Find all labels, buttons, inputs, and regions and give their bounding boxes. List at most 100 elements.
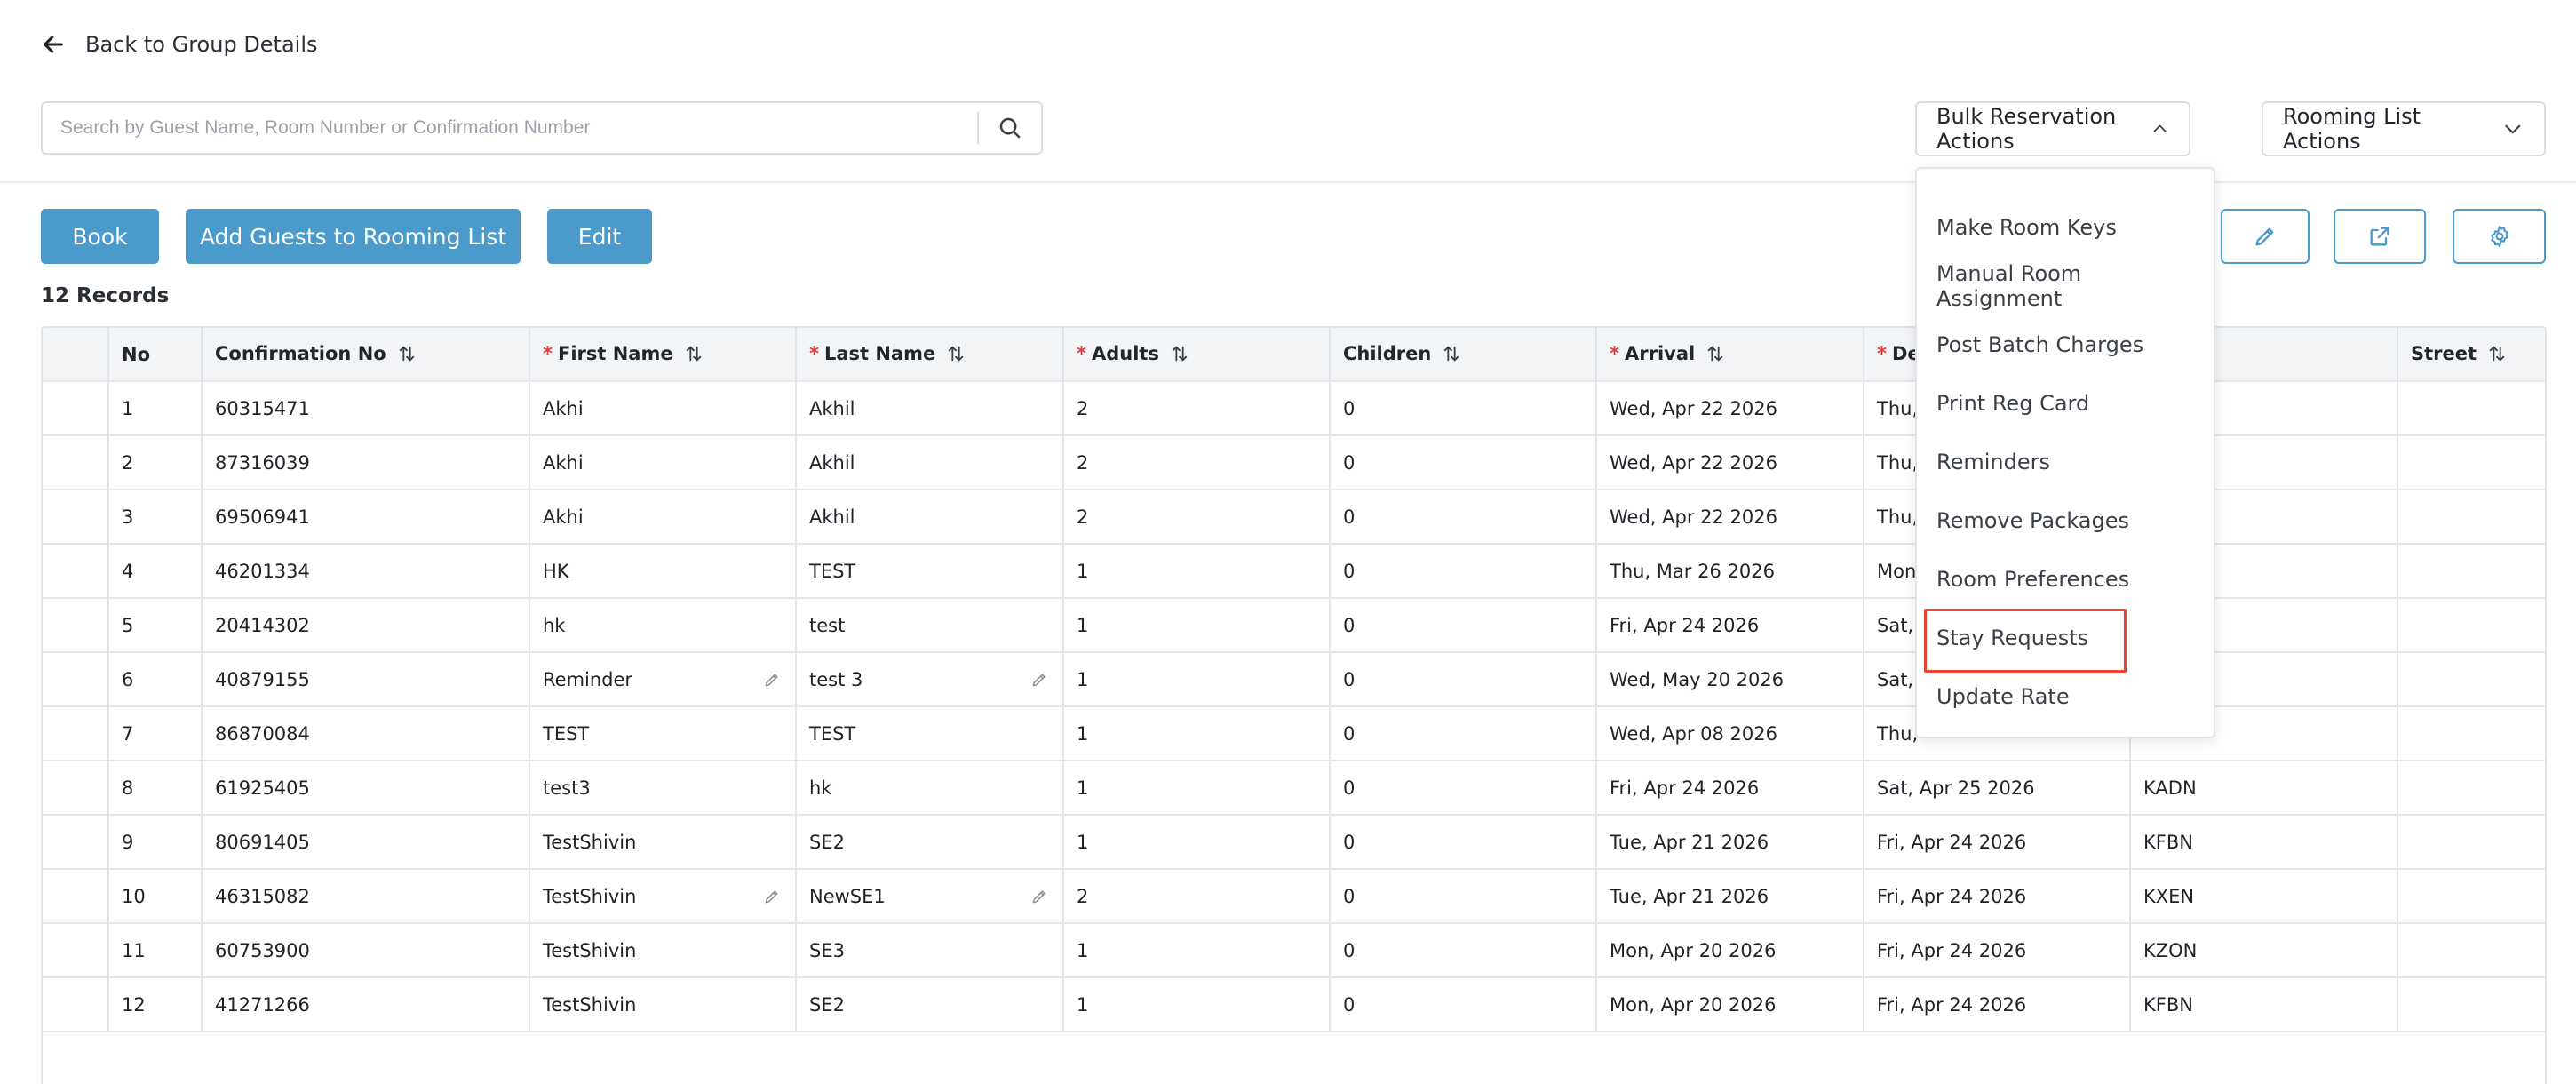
cell-street: [2397, 381, 2545, 435]
pencil-icon: [2255, 227, 2274, 246]
row-select-cell[interactable]: [43, 490, 109, 544]
cell-conf: 20414302: [202, 598, 530, 652]
row-select-cell[interactable]: [43, 381, 109, 435]
menu-item-room-preferences[interactable]: Room Preferences: [1917, 550, 2214, 609]
cell-value: Thu,: [1877, 397, 1919, 419]
rooming-list-actions-dropdown[interactable]: Rooming List Actions: [2262, 101, 2546, 156]
column-header-arrival[interactable]: * Arrival: [1596, 328, 1864, 381]
cell-value: 2: [1077, 506, 1089, 528]
cell-first: TestShivin: [529, 977, 797, 1032]
cell-adults: 1: [1063, 706, 1331, 761]
sort-arrows-icon[interactable]: [397, 344, 417, 365]
pencil-icon[interactable]: [763, 888, 781, 905]
column-header-adults[interactable]: * Adults: [1063, 328, 1331, 381]
pencil-icon[interactable]: [763, 671, 781, 689]
row-select-cell[interactable]: [43, 815, 109, 869]
cell-value: HK: [543, 560, 569, 582]
cell-type: KXEN: [2130, 869, 2398, 923]
menu-item-print-reg-card[interactable]: Print Reg Card: [1917, 374, 2214, 433]
menu-item-remove-packages[interactable]: Remove Packages: [1917, 491, 2214, 550]
cell-departure: Sat, Apr 25 2026: [1864, 761, 2131, 815]
cell-value: Akhi: [543, 451, 584, 474]
row-select-cell[interactable]: [43, 544, 109, 598]
cell-value: Fri, Apr 24 2026: [1877, 993, 2027, 1016]
cell-value: Akhil: [809, 397, 855, 419]
cell-adults: 1: [1063, 652, 1331, 706]
row-select-cell[interactable]: [43, 706, 109, 761]
table-row[interactable]: 9 80691405 TestShivin SE2 1 0 Tue, Apr 21 2026…: [43, 815, 2545, 869]
search-input[interactable]: [43, 103, 977, 153]
sort-arrows-icon[interactable]: [1705, 344, 1725, 365]
pencil-icon[interactable]: [1030, 671, 1048, 689]
row-select-cell[interactable]: [43, 435, 109, 490]
row-select-cell[interactable]: [43, 761, 109, 815]
cell-value: Akhil: [809, 506, 855, 528]
row-select-cell[interactable]: [43, 977, 109, 1032]
cell-children: 0: [1330, 977, 1597, 1032]
row-select-cell[interactable]: [43, 869, 109, 923]
cell-value: 1: [1077, 668, 1089, 690]
edit-button[interactable]: Edit: [547, 209, 652, 264]
column-header-confirmation-no[interactable]: Confirmation No: [202, 328, 530, 381]
sort-arrows-icon[interactable]: [2487, 344, 2507, 365]
table-row[interactable]: 11 60753900 TestShivin SE3 1 0 Mon, Apr 20 202…: [43, 923, 2545, 977]
book-button[interactable]: Book: [41, 209, 159, 264]
cell-value: TestShivin: [543, 939, 637, 961]
menu-item-stay-requests[interactable]: Stay Requests: [1917, 609, 2214, 673]
menu-item-reminders[interactable]: Reminders: [1917, 433, 2214, 491]
cell-value: 61925405: [215, 777, 310, 799]
add-guests-to-rooming-list-button[interactable]: Add Guests to Rooming List: [186, 209, 521, 264]
sort-arrows-icon[interactable]: [1170, 344, 1189, 365]
cell-value: Wed, Apr 22 2026: [1610, 397, 1777, 419]
settings-button[interactable]: [2453, 209, 2546, 264]
sort-arrows-icon[interactable]: [1442, 344, 1461, 365]
search-button[interactable]: [979, 103, 1041, 153]
sort-arrows-icon[interactable]: [684, 344, 704, 365]
menu-item-post-batch-charges[interactable]: Post Batch Charges: [1917, 315, 2214, 374]
cell-value: TEST: [543, 722, 590, 745]
column-header-street[interactable]: Street: [2397, 328, 2545, 381]
edit-icon-button[interactable]: [2221, 209, 2310, 264]
cell-value: 8: [122, 777, 134, 799]
cell-arrival: Mon, Apr 20 2026: [1596, 977, 1864, 1032]
cell-value: test 3: [809, 668, 863, 690]
required-marker: *: [809, 343, 819, 364]
column-header-label: Arrival: [1624, 343, 1696, 364]
row-select-cell[interactable]: [43, 652, 109, 706]
cell-value: 0: [1343, 777, 1356, 799]
cell-value: test: [809, 614, 846, 636]
cell-arrival: Wed, Apr 22 2026: [1596, 381, 1864, 435]
cell-last: SE3: [796, 923, 1064, 977]
table-row[interactable]: 12 41271266 TestShivin SE2 1 0 Mon, Apr 20 202…: [43, 977, 2545, 1032]
cell-arrival: Wed, May 20 2026: [1596, 652, 1864, 706]
required-marker: *: [1077, 343, 1086, 364]
row-select-cell[interactable]: [43, 923, 109, 977]
table-row[interactable]: 8 61925405 test3 hk 1 0 Fri, Apr 24 2026 Sat, A…: [43, 761, 2545, 815]
column-header-last-name[interactable]: * Last Name: [796, 328, 1064, 381]
cell-street: [2397, 544, 2545, 598]
bulk-reservation-actions-dropdown[interactable]: Bulk Reservation Actions: [1915, 101, 2190, 156]
cell-value: 0: [1343, 397, 1356, 419]
open-external-button[interactable]: [2334, 209, 2426, 264]
cell-value: Mon, Apr 20 2026: [1610, 939, 1777, 961]
column-header-children[interactable]: Children: [1330, 328, 1597, 381]
menu-item-update-rate[interactable]: Update Rate: [1917, 667, 2214, 726]
cell-adults: 2: [1063, 381, 1331, 435]
row-select-cell[interactable]: [43, 598, 109, 652]
column-header-label: No: [122, 343, 151, 365]
cell-value: KFBN: [2143, 993, 2193, 1016]
back-to-group-details-link[interactable]: Back to Group Details: [41, 32, 318, 57]
menu-item-make-room-keys[interactable]: Make Room Keys: [1917, 198, 2214, 257]
cell-no: 4: [108, 544, 203, 598]
table-row[interactable]: 10 46315082 TestShivin NewSE1 2 0 Tue, Apr 21 …: [43, 869, 2545, 923]
required-marker: *: [1877, 343, 1887, 364]
column-header-first-name[interactable]: * First Name: [529, 328, 797, 381]
menu-item-manual-room-assignment[interactable]: Manual Room Assignment: [1917, 257, 2214, 315]
cell-value: 10: [122, 885, 146, 907]
cell-street: [2397, 490, 2545, 544]
sort-arrows-icon[interactable]: [946, 344, 966, 365]
cell-value: 0: [1343, 722, 1356, 745]
bulk-reservation-actions-label: Bulk Reservation Actions: [1936, 104, 2117, 154]
cell-no: 3: [108, 490, 203, 544]
pencil-icon[interactable]: [1030, 888, 1048, 905]
